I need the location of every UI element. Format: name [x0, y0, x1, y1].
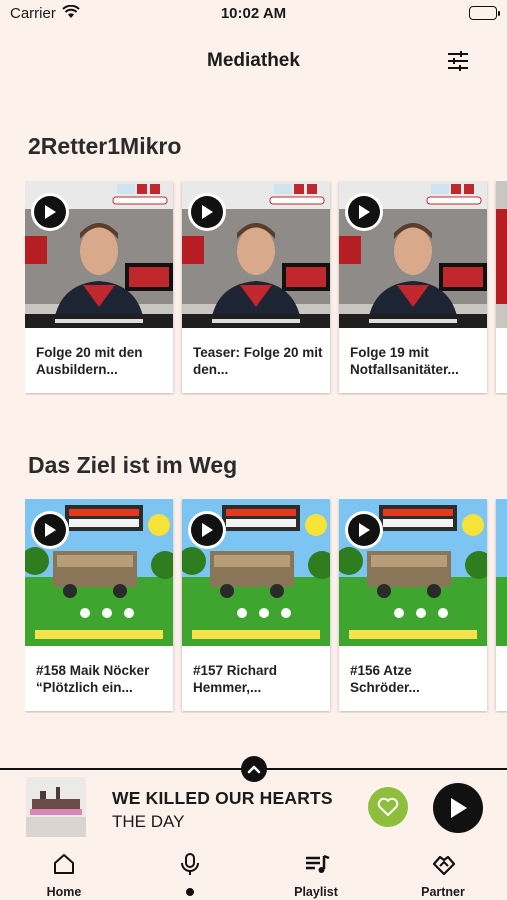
tab-label: Playlist — [294, 885, 338, 899]
episode-card[interactable] — [496, 499, 507, 711]
episode-card[interactable] — [496, 181, 507, 393]
tab-playlist[interactable]: Playlist — [266, 842, 366, 900]
episode-title: Folge 20 mit den Ausbildern... — [36, 345, 143, 377]
episode-title: #156 Atze Schröder... — [350, 663, 420, 695]
mini-player[interactable]: WE KILLED OUR HEARTS THE DAY — [0, 756, 507, 842]
episode-cover — [496, 499, 507, 646]
episode-row[interactable]: Folge 20 mit den Ausbildern... Teaser: F… — [25, 181, 507, 395]
episode-cover — [25, 181, 173, 328]
episode-cover — [25, 499, 173, 646]
sliders-icon[interactable] — [445, 48, 471, 74]
tab-partner[interactable]: Partner — [393, 842, 493, 900]
episode-card[interactable]: Folge 19 mit Notfallsanitäter... — [339, 181, 487, 393]
episode-cover — [496, 181, 507, 328]
episode-title: Folge 19 mit Notfallsanitäter... — [350, 345, 459, 377]
battery-icon — [469, 6, 500, 20]
tab-home[interactable]: Home — [14, 842, 114, 900]
tab-label: Partner — [421, 885, 465, 899]
tab-bar: Home Playlist Partner — [0, 842, 507, 900]
episode-card[interactable]: Teaser: Folge 20 mit den... — [182, 181, 330, 393]
track-artwork — [26, 777, 86, 837]
status-bar: Carrier 10:02 AM — [0, 0, 507, 30]
episode-title: Teaser: Folge 20 mit den... — [193, 345, 323, 377]
play-button[interactable] — [31, 193, 69, 231]
heart-icon[interactable] — [368, 787, 408, 827]
episode-card[interactable]: #157 Richard Hemmer,... — [182, 499, 330, 711]
home-icon — [52, 852, 76, 876]
microphone-icon — [178, 852, 202, 876]
play-button[interactable] — [31, 511, 69, 549]
page-title: Mediathek — [207, 50, 300, 71]
episode-card[interactable]: #158 Maik Nöcker “Plötzlich ein... — [25, 499, 173, 711]
tab-podcasts[interactable] — [140, 842, 240, 900]
play-button[interactable] — [188, 511, 226, 549]
chevron-up-icon[interactable] — [241, 756, 267, 782]
episode-title: #158 Maik Nöcker “Plötzlich ein... — [36, 663, 150, 695]
section-title: Das Ziel ist im Weg — [28, 452, 238, 478]
play-button[interactable] — [345, 511, 383, 549]
episode-card[interactable]: #156 Atze Schröder... — [339, 499, 487, 711]
clock: 10:02 AM — [220, 5, 287, 22]
tab-label: Home — [46, 885, 82, 899]
episode-cover — [182, 181, 330, 328]
nav-bar: Mediathek — [0, 40, 507, 84]
play-icon[interactable] — [433, 783, 483, 833]
episode-cover — [339, 181, 487, 328]
track-artist: THE DAY — [112, 812, 185, 831]
track-title: WE KILLED OUR HEARTS — [112, 788, 333, 808]
play-button[interactable] — [188, 193, 226, 231]
section-title: 2Retter1Mikro — [28, 133, 182, 159]
episode-card[interactable]: Folge 20 mit den Ausbildern... — [25, 181, 173, 393]
playlist-icon — [304, 852, 330, 876]
active-tab-indicator — [186, 888, 194, 896]
handshake-icon — [431, 852, 456, 876]
episode-cover — [339, 499, 487, 646]
play-button[interactable] — [345, 193, 383, 231]
episode-cover — [182, 499, 330, 646]
episode-row[interactable]: #158 Maik Nöcker “Plötzlich ein... #157 … — [25, 499, 507, 713]
episode-title: #157 Richard Hemmer,... — [193, 663, 278, 695]
